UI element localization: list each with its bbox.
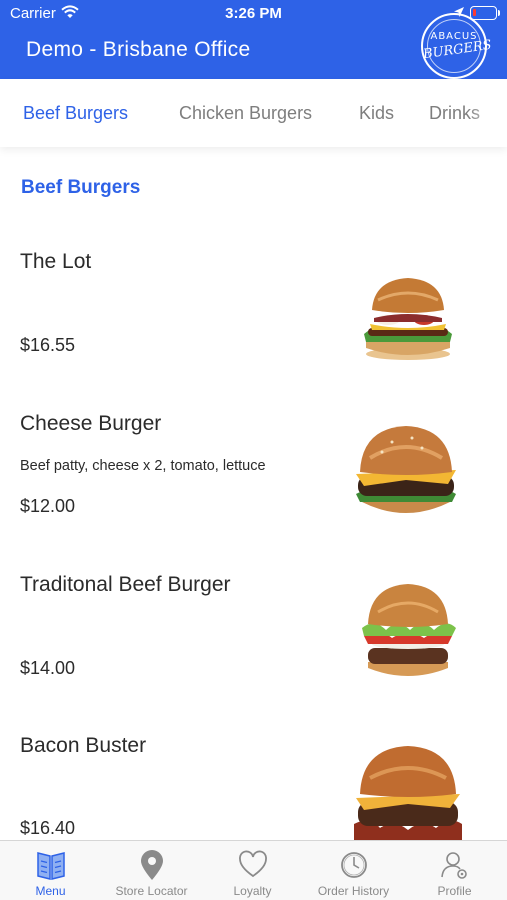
cheese-burger-photo <box>356 426 456 513</box>
tab-kids[interactable]: Kids <box>359 103 394 124</box>
bottom-tab-bar: Menu Store Locator Loyalty Order History… <box>0 840 507 900</box>
tabs-fade-overlay <box>467 79 507 147</box>
nav-label: Loyalty <box>233 884 272 898</box>
menu-book-icon <box>37 852 65 880</box>
nav-label: Order History <box>317 884 390 898</box>
tab-beef-burgers[interactable]: Beef Burgers <box>23 103 128 124</box>
nav-profile[interactable]: Profile <box>404 841 505 900</box>
nav-store-locator[interactable]: Store Locator <box>101 841 202 900</box>
item-price: $16.55 <box>20 335 76 355</box>
page-title: Demo - Brisbane Office <box>26 38 251 61</box>
item-price: $12.00 <box>20 496 76 516</box>
nav-label: Profile <box>437 884 472 898</box>
tab-chicken-burgers[interactable]: Chicken Burgers <box>179 103 312 124</box>
battery-level <box>473 9 476 16</box>
section-title: Beef Burgers <box>21 177 141 198</box>
nav-label: Store Locator <box>115 884 188 898</box>
item-name: The Lot <box>20 250 92 273</box>
bacon-buster-photo <box>354 746 462 840</box>
map-pin-icon <box>141 850 163 880</box>
item-name: Cheese Burger <box>20 412 162 435</box>
traditional-burger-photo <box>362 584 456 676</box>
category-tabs: Beef Burgers Chicken Burgers Kids Drinks <box>0 79 507 147</box>
profile-gear-icon <box>441 852 467 879</box>
clock-icon <box>341 852 367 878</box>
nav-menu[interactable]: Menu <box>0 841 101 900</box>
status-time: 3:26 PM <box>225 5 282 22</box>
heart-icon <box>239 850 267 878</box>
nav-label: Menu <box>35 884 66 898</box>
item-name: Bacon Buster <box>20 734 147 757</box>
item-description: Beef patty, cheese x 2, tomato, lettuce <box>20 458 266 474</box>
nav-order-history[interactable]: Order History <box>303 841 404 900</box>
nav-loyalty[interactable]: Loyalty <box>202 841 303 900</box>
app-header: Carrier 3:26 PM Demo - Brisbane Office A… <box>0 0 507 79</box>
item-price: $16.40 <box>20 818 76 838</box>
item-name: Traditonal Beef Burger <box>20 573 231 596</box>
item-price: $14.00 <box>20 658 76 678</box>
the-lot-burger-photo <box>364 278 452 360</box>
abacus-burgers-logo: ABACUS BURGERS <box>421 13 493 79</box>
battery-icon <box>470 6 497 20</box>
